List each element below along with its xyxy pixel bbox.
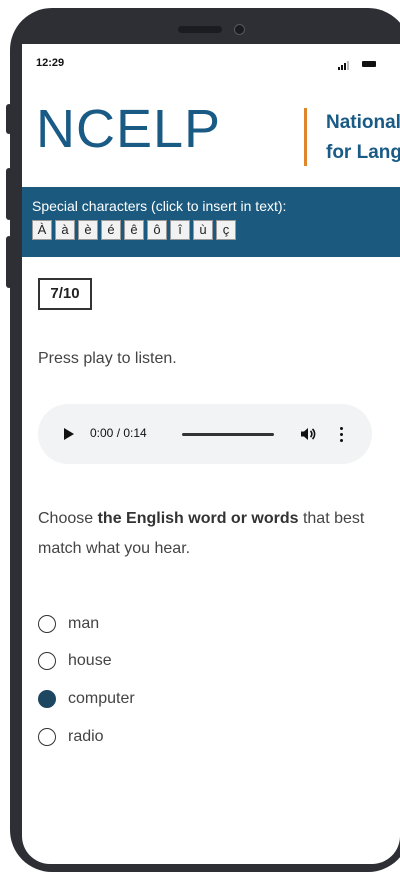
char-button[interactable]: ç xyxy=(216,220,236,240)
phone-camera xyxy=(234,24,245,35)
char-button[interactable]: è xyxy=(78,220,98,240)
phone-volume-up-button xyxy=(6,168,12,220)
audio-player: 0:00 / 0:14 xyxy=(38,404,372,464)
option-house[interactable]: house xyxy=(38,649,238,673)
logo-subtitle-line1: National Centre xyxy=(326,112,400,133)
radio-button-selected[interactable] xyxy=(38,690,56,708)
option-man[interactable]: man xyxy=(38,612,238,636)
logo-divider xyxy=(304,108,307,166)
option-label: radio xyxy=(68,728,104,745)
option-radio[interactable]: radio xyxy=(38,725,238,749)
phone-speaker xyxy=(178,26,222,33)
special-characters-title: Special characters (click to insert in t… xyxy=(32,198,287,214)
phone-side-button xyxy=(6,104,12,134)
audio-progress-slider[interactable] xyxy=(182,433,274,436)
question-pre: Choose xyxy=(38,510,98,527)
volume-icon[interactable] xyxy=(300,426,316,442)
logo-wordmark: NCELP xyxy=(36,99,222,159)
phone-screen: 12:29 NCELP National Centre for Language… xyxy=(22,44,400,864)
question-counter: 7/10 xyxy=(38,278,92,310)
question-text: Choose the English word or words that be… xyxy=(38,504,388,564)
play-icon[interactable] xyxy=(64,428,74,440)
question-emphasis: the English word or words xyxy=(97,510,299,527)
radio-button[interactable] xyxy=(38,728,56,746)
more-options-icon[interactable] xyxy=(340,426,344,442)
char-button[interactable]: ê xyxy=(124,220,144,240)
signal-icon xyxy=(338,60,352,70)
radio-button[interactable] xyxy=(38,652,56,670)
listen-instruction: Press play to listen. xyxy=(38,350,177,367)
phone-volume-down-button xyxy=(6,236,12,288)
char-button[interactable]: ù xyxy=(193,220,213,240)
char-button[interactable]: é xyxy=(101,220,121,240)
option-label: computer xyxy=(68,690,135,707)
option-label: house xyxy=(68,652,112,669)
audio-time: 0:00 / 0:14 xyxy=(90,426,147,440)
radio-button[interactable] xyxy=(38,615,56,633)
ncelp-logo: NCELP National Centre for Languages xyxy=(36,96,400,186)
logo-subtitle-line2: for Languages xyxy=(326,142,400,163)
char-button[interactable]: à xyxy=(55,220,75,240)
option-computer[interactable]: computer xyxy=(38,687,238,711)
special-characters-list: Ààèéêôîùç xyxy=(32,220,239,242)
special-characters-bar: Special characters (click to insert in t… xyxy=(22,187,400,257)
char-button[interactable]: ô xyxy=(147,220,167,240)
status-bar: 12:29 xyxy=(22,44,400,84)
battery-icon xyxy=(362,61,376,67)
option-label: man xyxy=(68,615,100,632)
char-button[interactable]: î xyxy=(170,220,190,240)
status-time: 12:29 xyxy=(36,57,65,69)
char-button[interactable]: À xyxy=(32,220,52,240)
